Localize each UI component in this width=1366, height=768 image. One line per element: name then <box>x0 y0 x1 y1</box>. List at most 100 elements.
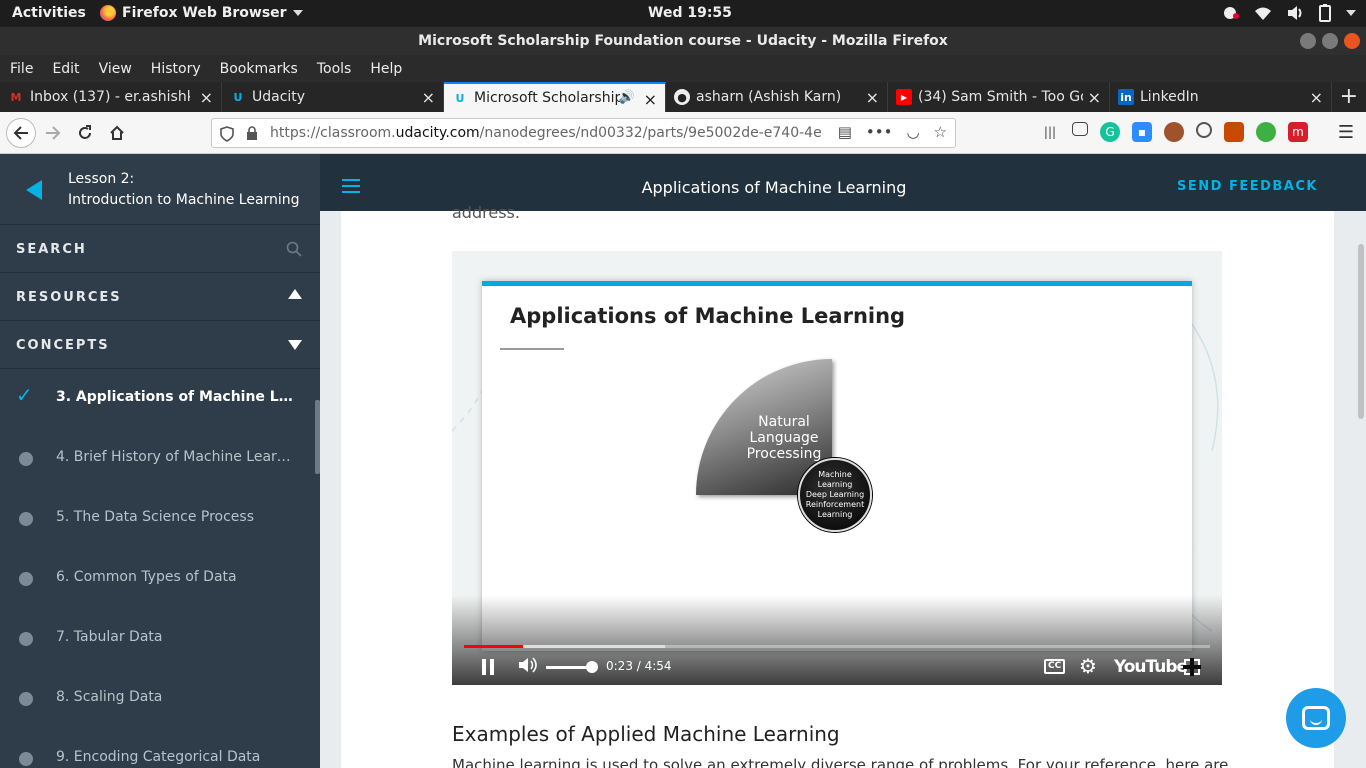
sidebar-resources[interactable]: RESOURCES <box>0 273 320 321</box>
menu-view[interactable]: View <box>99 61 132 77</box>
sidebar-search[interactable]: SEARCH <box>0 225 320 273</box>
menu-file[interactable]: File <box>10 61 33 77</box>
check-icon: ✓ <box>16 383 33 407</box>
concept-item[interactable]: 7. Tabular Data <box>0 609 320 669</box>
lock-icon[interactable] <box>246 126 258 141</box>
partial-paragraph: address. <box>452 203 520 222</box>
close-icon[interactable]: × <box>1310 88 1323 107</box>
menubar: File Edit View History Bookmarks Tools H… <box>0 55 1366 82</box>
forward-button[interactable] <box>40 120 66 146</box>
menu-history[interactable]: History <box>151 61 201 77</box>
tab-udacity[interactable]: U Udacity × <box>222 82 444 112</box>
app-menu[interactable]: Firefox Web Browser <box>100 5 303 21</box>
concept-label: 3. Applications of Machine Learni... <box>56 389 296 405</box>
url-bar[interactable]: https://classroom.udacity.com/nanodegree… <box>211 118 956 148</box>
profile-icon[interactable] <box>1196 122 1212 138</box>
close-window-icon[interactable] <box>1344 33 1360 49</box>
audio-playing-icon[interactable]: 🔊 <box>619 90 635 105</box>
concept-item[interactable]: 6. Common Types of Data <box>0 549 320 609</box>
tracking-protection-icon[interactable] <box>220 126 234 142</box>
tab-label: (34) Sam Smith - Too Goo <box>918 89 1083 105</box>
library-icon[interactable]: ||| <box>1040 122 1060 142</box>
menu-help[interactable]: Help <box>370 61 402 77</box>
video-progress-bar[interactable] <box>464 645 1210 648</box>
maximize-icon[interactable] <box>1322 33 1338 49</box>
extension-red-icon[interactable]: m <box>1288 122 1308 142</box>
menu-edit[interactable]: Edit <box>52 61 79 77</box>
chat-button[interactable] <box>1286 688 1346 748</box>
back-arrow-icon <box>13 126 28 140</box>
gear-icon[interactable]: ⚙ <box>1079 654 1097 678</box>
system-menu-chevron-icon[interactable] <box>1346 10 1356 16</box>
volume-icon[interactable] <box>518 656 538 674</box>
battery-icon[interactable] <box>1318 4 1332 22</box>
home-button[interactable] <box>104 120 130 146</box>
tab-label: Microsoft Scholarship <box>474 90 620 106</box>
activities-button[interactable]: Activities <box>12 5 86 21</box>
pause-icon[interactable] <box>482 659 494 675</box>
circle-line: Learning <box>817 510 853 519</box>
tab-label: LinkedIn <box>1140 89 1199 105</box>
cookie-icon[interactable] <box>1164 122 1184 142</box>
concept-label: 6. Common Types of Data <box>56 569 237 585</box>
send-feedback-button[interactable]: SEND FEEDBACK <box>1177 179 1318 194</box>
pocket-icon[interactable]: ◡ <box>906 123 919 141</box>
system-tray[interactable] <box>1220 4 1356 22</box>
page-scrollbar[interactable] <box>1358 244 1364 419</box>
tab-gmail[interactable]: M Inbox (137) - er.ashishkarn × <box>0 82 222 112</box>
concept-item[interactable]: 5. The Data Science Process <box>0 489 320 549</box>
zoom-icon[interactable]: ▪ <box>1132 122 1152 142</box>
tab-linkedin[interactable]: in LinkedIn × <box>1110 82 1332 112</box>
back-to-lessons-icon[interactable] <box>26 180 42 200</box>
extension-green-icon[interactable] <box>1256 122 1276 142</box>
concept-item[interactable]: 4. Brief History of Machine Learning <box>0 429 320 489</box>
reload-button[interactable] <box>72 120 98 146</box>
sidebar-toggle-icon[interactable] <box>1072 122 1088 136</box>
settings-indicator-icon[interactable] <box>1220 4 1240 22</box>
body-paragraph: Machine learning is used to solve an ext… <box>452 756 1229 768</box>
minimize-icon[interactable] <box>1300 33 1316 49</box>
linkedin-icon: in <box>1118 89 1134 105</box>
lesson-header[interactable]: Lesson 2: Introduction to Machine Learni… <box>0 154 320 225</box>
window-titlebar: Microsoft Scholarship Foundation course … <box>0 27 1366 55</box>
grammarly-icon[interactable]: G <box>1100 122 1120 142</box>
wifi-icon[interactable] <box>1254 5 1272 21</box>
tab-microsoft-scholarship[interactable]: U Microsoft Scholarship 🔊 × <box>444 82 666 112</box>
circle-line: Reinforcement <box>805 500 865 509</box>
played-bar <box>464 645 523 648</box>
tab-label: asharn (Ashish Karn) <box>696 89 842 105</box>
extension-orange-icon[interactable] <box>1224 122 1244 142</box>
slide-divider <box>500 348 564 350</box>
menu-bookmarks[interactable]: Bookmarks <box>220 61 298 77</box>
fullscreen-icon[interactable] <box>1183 658 1201 676</box>
new-tab-button[interactable]: + <box>1340 84 1358 109</box>
close-icon[interactable]: × <box>1088 88 1101 107</box>
close-icon[interactable]: × <box>866 88 879 107</box>
concept-item[interactable]: ✓ 3. Applications of Machine Learni... <box>0 369 320 429</box>
tab-youtube[interactable]: ▶ (34) Sam Smith - Too Goo × <box>888 82 1110 112</box>
reload-icon <box>79 125 91 139</box>
volume-icon[interactable] <box>1286 5 1304 21</box>
tab-github[interactable]: ● asharn (Ashish Karn) × <box>666 82 888 112</box>
youtube-logo[interactable]: YouTube <box>1114 657 1188 677</box>
video-player[interactable]: Applications of Machine Learning Natural… <box>452 251 1222 685</box>
concept-item[interactable]: 9. Encoding Categorical Data <box>0 729 320 768</box>
captions-button[interactable]: CC <box>1044 659 1066 674</box>
lesson-number: Lesson 2: <box>68 171 135 187</box>
close-icon[interactable]: × <box>200 88 213 107</box>
youtube-icon: ▶ <box>896 89 912 105</box>
menu-tools[interactable]: Tools <box>317 61 352 77</box>
close-icon[interactable]: × <box>644 90 657 109</box>
concept-item[interactable]: 8. Scaling Data <box>0 669 320 729</box>
sidebar-concepts[interactable]: CONCEPTS <box>0 321 320 369</box>
app-menu-icon[interactable]: ☰ <box>1338 122 1354 143</box>
bookmark-star-icon[interactable]: ☆ <box>934 123 947 141</box>
page-actions-icon[interactable]: ••• <box>866 123 893 141</box>
back-button[interactable] <box>6 118 36 148</box>
toolbar-icons: ||| G ▪ m <box>1040 122 1308 142</box>
close-icon[interactable]: × <box>422 88 435 107</box>
volume-handle[interactable] <box>586 661 598 673</box>
clock[interactable]: Wed 19:55 <box>648 5 732 21</box>
chevron-down-icon <box>288 340 302 350</box>
reader-view-icon[interactable]: ▤ <box>838 123 852 141</box>
